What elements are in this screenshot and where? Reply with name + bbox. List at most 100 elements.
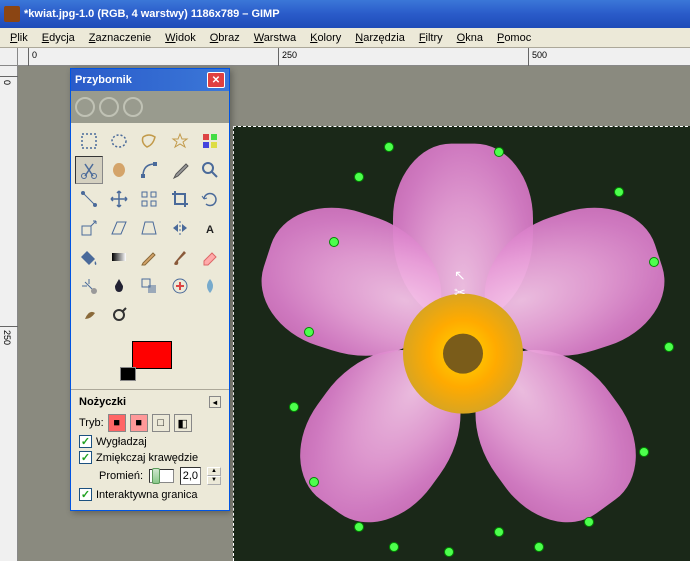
scissors-anchor[interactable]	[649, 257, 659, 267]
tool-paths[interactable]	[135, 156, 163, 184]
scissors-anchor[interactable]	[354, 522, 364, 532]
rotate-icon	[200, 189, 220, 209]
scissors-anchor[interactable]	[354, 172, 364, 182]
tool-crop[interactable]	[166, 185, 194, 213]
scissors-anchor[interactable]	[444, 547, 454, 557]
tool-eraser[interactable]	[196, 243, 224, 271]
tool-ellipse-select[interactable]	[105, 127, 133, 155]
menu-filtry[interactable]: Filtry	[413, 30, 449, 46]
menu-kolory[interactable]: Kolory	[304, 30, 347, 46]
mode-subtract-icon[interactable]: □	[152, 414, 170, 432]
ruler-corner	[0, 48, 18, 66]
tool-pencil[interactable]	[135, 243, 163, 271]
tool-foreground-select[interactable]	[105, 156, 133, 184]
tool-fuzzy-select[interactable]	[166, 127, 194, 155]
tool-align[interactable]	[135, 185, 163, 213]
scissors-anchor[interactable]	[534, 542, 544, 552]
antialias-checkbox[interactable]: ✓	[79, 435, 92, 448]
tool-smudge[interactable]	[75, 301, 103, 329]
tool-free-select[interactable]	[135, 127, 163, 155]
fuzzy-select-icon	[170, 131, 190, 151]
scissors-anchor[interactable]	[289, 402, 299, 412]
tool-heal[interactable]	[166, 272, 194, 300]
image-canvas[interactable]: ↖✂	[233, 126, 690, 561]
background-color[interactable]	[120, 367, 136, 381]
perspective-icon	[139, 218, 159, 238]
scissors-anchor[interactable]	[309, 477, 319, 487]
radius-down-icon[interactable]: ▼	[207, 476, 221, 485]
scissors-anchor[interactable]	[614, 187, 624, 197]
radius-value-input[interactable]: 2,0	[180, 467, 201, 485]
tool-shear[interactable]	[105, 214, 133, 242]
scissors-anchor[interactable]	[389, 542, 399, 552]
tool-flip[interactable]	[166, 214, 194, 242]
scissors-anchor[interactable]	[664, 342, 674, 352]
menu-plik[interactable]: Plik	[4, 30, 34, 46]
tool-zoom[interactable]	[196, 156, 224, 184]
interactive-label: Interaktywna granica	[96, 489, 198, 501]
radius-up-icon[interactable]: ▲	[207, 467, 221, 476]
tool-text[interactable]: A	[196, 214, 224, 242]
mode-add-icon[interactable]: ■	[130, 414, 148, 432]
menu-pomoc[interactable]: Pomoc	[491, 30, 537, 46]
feather-checkbox[interactable]: ✓	[79, 451, 92, 464]
tool-airbrush[interactable]	[75, 272, 103, 300]
menu-obraz[interactable]: Obraz	[204, 30, 246, 46]
scissors-anchor[interactable]	[329, 237, 339, 247]
menu-widok[interactable]: Widok	[159, 30, 202, 46]
collapse-icon[interactable]: ◂	[209, 396, 221, 408]
toolbox-title-text: Przybornik	[75, 74, 132, 86]
tool-bucket[interactable]	[75, 243, 103, 271]
tool-perspective[interactable]	[135, 214, 163, 242]
airbrush-icon	[79, 276, 99, 296]
menu-edycja[interactable]: Edycja	[36, 30, 81, 46]
clone-icon	[139, 276, 159, 296]
radius-label: Promień:	[99, 470, 143, 482]
scissors-anchor[interactable]	[584, 517, 594, 527]
text-icon: A	[200, 218, 220, 238]
scissors-anchor[interactable]	[639, 447, 649, 457]
menu-okna[interactable]: Okna	[451, 30, 489, 46]
flower-image	[273, 164, 653, 544]
tool-options-panel: Nożyczki ◂ Tryb: ■ ■ □ ◧ ✓ Wygładzaj ✓ Z…	[71, 389, 229, 510]
tool-blur[interactable]	[196, 272, 224, 300]
foreground-color[interactable]	[132, 341, 172, 369]
tool-paintbrush[interactable]	[166, 243, 194, 271]
close-icon[interactable]: ✕	[207, 72, 225, 88]
tool-move[interactable]	[105, 185, 133, 213]
scissors-anchor[interactable]	[494, 527, 504, 537]
tool-dodge[interactable]	[105, 301, 133, 329]
mode-label: Tryb:	[79, 417, 104, 429]
move-icon	[109, 189, 129, 209]
scale-icon	[79, 218, 99, 238]
tool-scissors[interactable]	[75, 156, 103, 184]
toolbox-window[interactable]: Przybornik ✕ A Nożyczki ◂ Tryb: ■ ■ □ ◧ …	[70, 68, 230, 511]
dodge-icon	[109, 305, 129, 325]
align-icon	[139, 189, 159, 209]
tool-color-picker[interactable]	[166, 156, 194, 184]
color-swatch-area	[71, 333, 229, 389]
tool-scale[interactable]	[75, 214, 103, 242]
mode-replace-icon[interactable]: ■	[108, 414, 126, 432]
tool-rect-select[interactable]	[75, 127, 103, 155]
radius-slider[interactable]	[149, 469, 174, 483]
scissors-anchor[interactable]	[494, 147, 504, 157]
crop-icon	[170, 189, 190, 209]
pencil-icon	[139, 247, 159, 267]
mode-intersect-icon[interactable]: ◧	[174, 414, 192, 432]
tool-rotate[interactable]	[196, 185, 224, 213]
menu-zaznaczenie[interactable]: Zaznaczenie	[83, 30, 157, 46]
free-select-icon	[139, 131, 159, 151]
toolbox-titlebar[interactable]: Przybornik ✕	[71, 69, 229, 91]
interactive-checkbox[interactable]: ✓	[79, 488, 92, 501]
tool-ink[interactable]	[105, 272, 133, 300]
tool-blend[interactable]	[105, 243, 133, 271]
scissors-anchor[interactable]	[384, 142, 394, 152]
menu-narzedzia[interactable]: Narzędzia	[349, 30, 411, 46]
tool-measure[interactable]	[75, 185, 103, 213]
tool-color-select[interactable]	[196, 127, 224, 155]
flip-icon	[170, 218, 190, 238]
menu-warstwa[interactable]: Warstwa	[248, 30, 302, 46]
scissors-anchor[interactable]	[304, 327, 314, 337]
tool-clone[interactable]	[135, 272, 163, 300]
